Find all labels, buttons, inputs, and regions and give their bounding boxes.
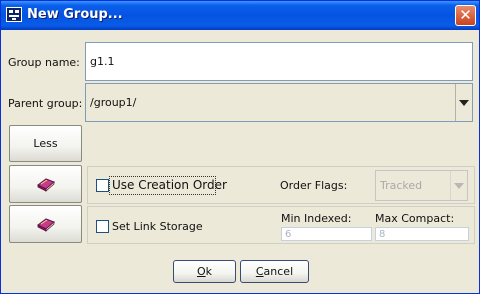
ok-label-rest: k: [205, 265, 213, 278]
set-link-storage-checkbox[interactable]: [96, 220, 109, 233]
chevron-down-icon: [454, 182, 464, 189]
group-name-label: Group name:: [8, 56, 80, 69]
cancel-button[interactable]: Cancel: [240, 260, 309, 283]
order-flags-dropdown-button[interactable]: [450, 171, 467, 200]
creation-order-panel: Use Creation Order Order Flags: Tracked: [87, 166, 475, 204]
max-compact-value: 8: [379, 228, 386, 240]
use-creation-order-checkbox[interactable]: [96, 179, 109, 192]
max-compact-input[interactable]: 8: [375, 227, 469, 241]
less-button[interactable]: Less: [9, 125, 82, 162]
cancel-mnemonic: C: [255, 265, 264, 278]
parent-group-value: /group1/: [90, 96, 137, 109]
ok-mnemonic: O: [196, 265, 206, 278]
min-indexed-label: Min Indexed:: [281, 212, 352, 225]
app-icon: [6, 7, 22, 22]
less-button-label: Less: [33, 137, 58, 150]
order-flags-select[interactable]: Tracked: [375, 170, 468, 201]
book-icon: [36, 178, 55, 192]
cancel-label-rest: ancel: [263, 265, 294, 278]
parent-group-label: Parent group:: [8, 97, 83, 110]
group-name-input[interactable]: g1.1: [85, 42, 473, 81]
close-icon: ✕: [459, 6, 472, 24]
new-group-dialog: New Group... ✕ Group name: g1.1 Parent g…: [0, 0, 480, 294]
min-indexed-value: 6: [285, 228, 292, 240]
parent-group-dropdown-button[interactable]: [455, 84, 472, 121]
window-title: New Group...: [27, 7, 123, 22]
creation-order-options-button[interactable]: [9, 165, 82, 203]
book-icon: [36, 218, 55, 232]
link-storage-panel: Set Link Storage Min Indexed: 6 Max Comp…: [87, 206, 475, 244]
chevron-down-icon: [459, 99, 469, 106]
ok-button[interactable]: Ok: [173, 260, 236, 283]
order-flags-value: Tracked: [380, 179, 423, 192]
group-name-value: g1.1: [90, 55, 115, 68]
use-creation-order-label[interactable]: Use Creation Order: [112, 178, 227, 192]
parent-group-select[interactable]: /group1/: [85, 83, 473, 122]
title-bar[interactable]: New Group... ✕: [1, 1, 479, 30]
set-link-storage-label[interactable]: Set Link Storage: [112, 220, 203, 233]
max-compact-label: Max Compact:: [375, 212, 455, 225]
min-indexed-input[interactable]: 6: [281, 227, 372, 241]
order-flags-label: Order Flags:: [280, 179, 348, 192]
link-storage-options-button[interactable]: [9, 205, 82, 243]
close-button[interactable]: ✕: [455, 5, 476, 26]
